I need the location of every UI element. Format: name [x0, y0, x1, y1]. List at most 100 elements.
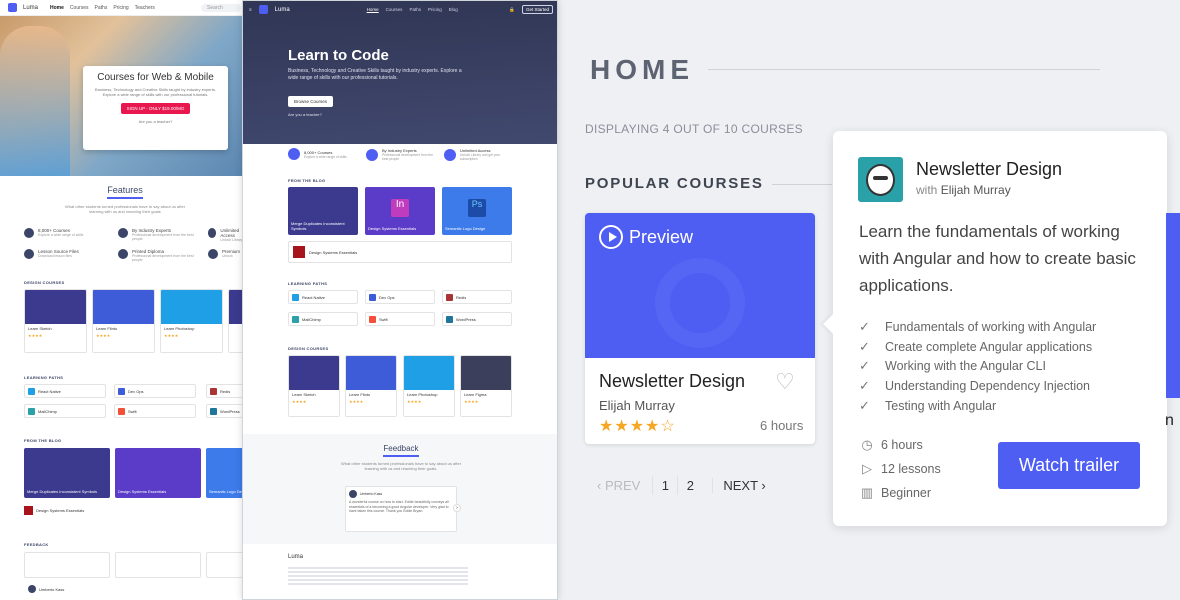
- lock-icon[interactable]: 🔒: [509, 7, 515, 13]
- path-item[interactable]: MailChimp: [24, 404, 106, 418]
- page-1-button[interactable]: 1: [652, 476, 677, 495]
- play-icon[interactable]: [599, 225, 623, 249]
- page-2-button[interactable]: 2: [677, 476, 702, 495]
- hero-subtitle: Business, Technology and Creative Skills…: [288, 68, 462, 81]
- topic-item: ✓ Create complete Angular applications: [859, 337, 1096, 357]
- nav-home[interactable]: Home: [50, 5, 64, 11]
- blog-card[interactable]: Ps Semantic Logo Design: [442, 187, 512, 235]
- photoshop-icon: [404, 356, 454, 390]
- teacher-link[interactable]: Are you a teacher?: [288, 112, 322, 117]
- nav-pricing[interactable]: Pricing: [113, 5, 128, 11]
- path-item[interactable]: React Native: [24, 384, 106, 398]
- blog-row[interactable]: Design Systems Essentials: [24, 506, 84, 515]
- nav-home[interactable]: Home: [367, 7, 379, 12]
- level-text: Beginner: [881, 486, 932, 500]
- mailchimp-icon: [28, 407, 35, 415]
- rating-stars: ★★★★: [349, 399, 364, 404]
- course-card[interactable]: Preview Newsletter Design ♡ Elijah Murra…: [585, 213, 815, 444]
- course-card[interactable]: Learn Flinto ★★★★: [92, 289, 155, 353]
- watch-trailer-button[interactable]: Watch trailer: [998, 442, 1140, 489]
- teacher-link[interactable]: Are you a teacher?: [88, 119, 223, 124]
- course-name: Learn Photoshop: [164, 326, 195, 331]
- source-files-icon: [24, 249, 34, 259]
- feedback-author: Umberto Kass: [349, 490, 453, 498]
- next-label: NEXT: [723, 478, 758, 493]
- heart-icon[interactable]: ♡: [775, 369, 795, 395]
- feature-item: 8,000+ Courses Explore a wide range of sk…: [24, 228, 83, 238]
- path-item[interactable]: Swift: [365, 312, 435, 326]
- topics-list: ✓ Fundamentals of working with Angular ✓ C…: [859, 317, 1096, 416]
- rating-stars: ★★★★: [292, 399, 307, 404]
- path-name: React Native: [38, 388, 61, 394]
- menu-icon[interactable]: ≡: [249, 7, 252, 12]
- courses-icon: [24, 228, 34, 238]
- mailchimp-icon-inner: [670, 273, 730, 333]
- course-card[interactable]: Learn Photoshop ★★★★: [160, 289, 223, 353]
- course-card[interactable]: Learn Flinto ★★★★: [345, 355, 397, 417]
- courses-icon: [288, 148, 300, 160]
- topic-item: ✓ Understanding Dependency Injection: [859, 376, 1096, 396]
- middle-hero: ≡ Luma Home Courses Paths Pricing Blog 🔒…: [243, 1, 557, 144]
- blog-card[interactable]: Merge Duplicates Inconsistent Symbols: [288, 187, 358, 235]
- course-thumbnail[interactable]: Preview: [585, 213, 815, 358]
- section-label: FROM THE BLOG: [288, 178, 326, 183]
- get-started-button[interactable]: Get Started: [521, 5, 553, 14]
- course-card[interactable]: Learn Photoshop ★★★★: [403, 355, 455, 417]
- signup-button[interactable]: SIGN UP - ONLY $19.00/MO: [120, 103, 191, 114]
- path-item[interactable]: Dev Ops: [114, 384, 196, 398]
- nav-courses[interactable]: Courses: [386, 7, 403, 12]
- prev-button[interactable]: ‹ PREV: [597, 478, 640, 493]
- next-button[interactable]: NEXT ›: [712, 478, 766, 493]
- rating-stars: ★★★★: [96, 333, 111, 338]
- sketch-icon: [289, 356, 339, 390]
- course-card[interactable]: Learn Sketch ★★★★: [24, 289, 87, 353]
- feedback-subtitle: What other students turned professionals…: [340, 461, 462, 471]
- path-item[interactable]: WordPress: [442, 312, 512, 326]
- course-name: Learn Photoshop: [407, 392, 438, 397]
- topic-text: Working with the Angular CLI: [885, 359, 1046, 374]
- nav-courses[interactable]: Courses: [70, 5, 89, 11]
- blog-row[interactable]: Design Systems Essentials: [288, 241, 512, 263]
- path-name: Swift: [128, 408, 137, 414]
- nav-paths[interactable]: Paths: [409, 7, 421, 12]
- blog-row-title: Design Systems Essentials: [309, 249, 358, 255]
- preview-label[interactable]: Preview: [629, 227, 693, 248]
- blog-card[interactable]: Merge Duplicates Inconsistent Symbols: [24, 448, 110, 498]
- rating-stars: ★★★★: [464, 399, 479, 404]
- browse-courses-button[interactable]: Browse Courses: [288, 96, 334, 107]
- chevron-right-icon[interactable]: ›: [453, 504, 461, 512]
- blog-title: Semantic Logo Design: [445, 226, 486, 231]
- meta-lessons: ▷ 12 lessons: [859, 457, 941, 481]
- path-item[interactable]: Dev Ops: [365, 290, 435, 304]
- path-name: WordPress: [220, 408, 240, 414]
- access-icon: [444, 148, 456, 161]
- nav-teachers[interactable]: Teachers: [135, 5, 155, 11]
- section-label: LEARNING PATHS: [24, 375, 64, 380]
- path-item[interactable]: React Native: [288, 290, 358, 304]
- course-card[interactable]: Learn Sketch ★★★★: [288, 355, 340, 417]
- next-course-card-peek[interactable]: [1166, 213, 1180, 398]
- course-name[interactable]: Newsletter Design: [599, 371, 745, 392]
- feedback-card: [115, 552, 201, 578]
- nav-pricing[interactable]: Pricing: [428, 7, 442, 12]
- path-item[interactable]: Redis: [442, 290, 512, 304]
- brand[interactable]: Luma: [275, 7, 290, 13]
- rating-stars: ★★★★: [28, 333, 43, 338]
- rating-stars: ★★★★: [164, 333, 179, 338]
- blog-card[interactable]: Design Systems Essentials: [115, 448, 201, 498]
- path-item[interactable]: Swift: [114, 404, 196, 418]
- check-icon: ✓: [859, 398, 870, 414]
- path-name: MailChimp: [302, 316, 321, 322]
- course-card[interactable]: Learn Figma ★★★★: [460, 355, 512, 417]
- nav-blog[interactable]: Blog: [449, 7, 458, 12]
- experts-icon: [118, 228, 128, 238]
- nav-paths[interactable]: Paths: [95, 5, 108, 11]
- path-item[interactable]: MailChimp: [288, 312, 358, 326]
- react-icon: [292, 293, 299, 301]
- search-input[interactable]: Search: [201, 3, 241, 12]
- blog-card[interactable]: In Design Systems Essentials: [365, 187, 435, 235]
- brand[interactable]: Luma: [23, 5, 38, 11]
- blog-title: Merge Duplicates Inconsistent Symbols: [291, 221, 345, 231]
- check-icon: ✓: [859, 358, 870, 374]
- rating-stars: ★★★★☆: [599, 418, 676, 435]
